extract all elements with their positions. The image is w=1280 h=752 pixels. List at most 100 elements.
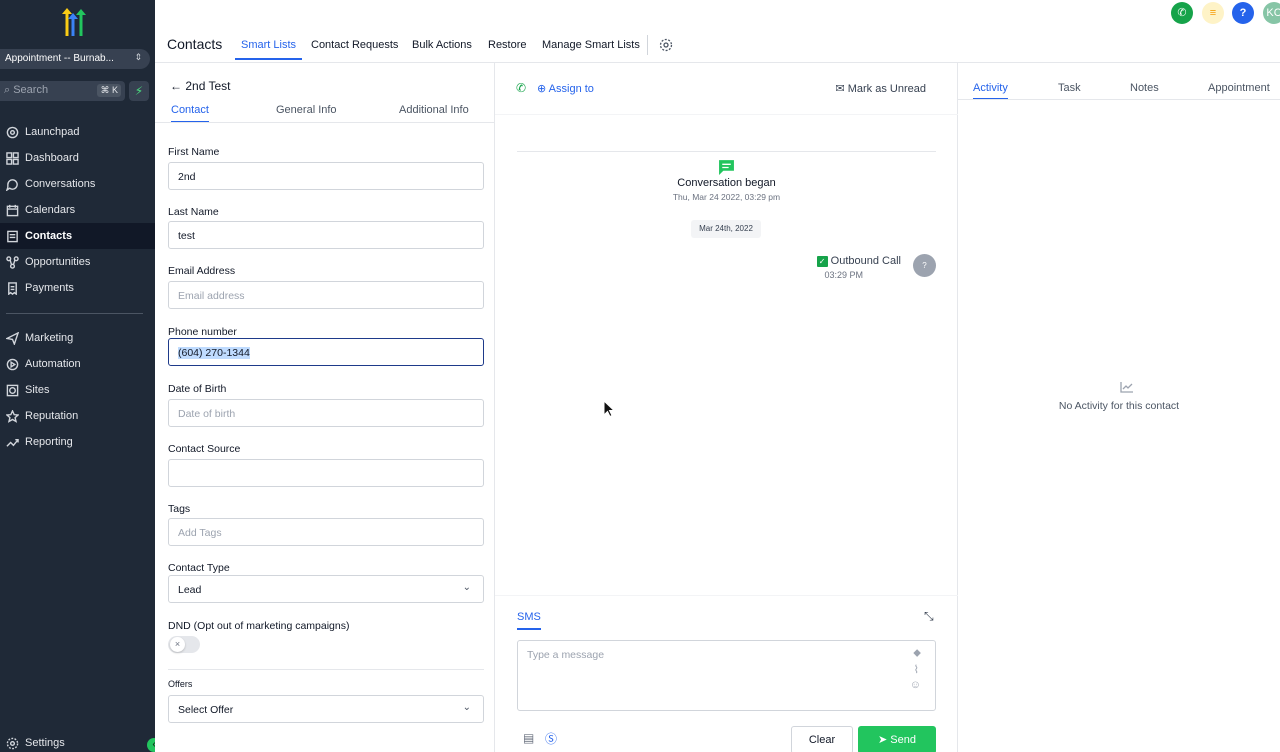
page-title: Contacts: [167, 36, 223, 52]
sidebar-item-label: Dashboard: [25, 152, 79, 164]
sidebar-item-calendars[interactable]: Calendars: [0, 197, 155, 223]
composer-divider: [495, 595, 958, 596]
paperclip-icon[interactable]: ⌇: [914, 663, 919, 676]
tab-appointment[interactable]: Appointment: [1208, 82, 1270, 94]
tab-contact[interactable]: Contact: [171, 104, 209, 123]
email-field[interactable]: Email address: [168, 281, 484, 309]
email-label: Email Address: [168, 265, 236, 277]
call-time: 03:29 PM: [824, 270, 863, 280]
chat-icon: [6, 178, 18, 191]
sidebar-item-payments[interactable]: Payments: [0, 275, 155, 301]
sidebar-item-label: Opportunities: [25, 256, 91, 268]
contact-name: 2nd Test: [185, 79, 231, 93]
clear-button[interactable]: Clear: [791, 726, 853, 752]
tab-general-info[interactable]: General Info: [276, 104, 337, 116]
sidebar-item-automation[interactable]: Automation: [0, 351, 155, 377]
tab-smart-lists[interactable]: Smart Lists: [234, 39, 303, 60]
tab-additional-info[interactable]: Additional Info: [399, 104, 469, 116]
dob-field[interactable]: Date of birth: [168, 399, 484, 427]
emoji-icon[interactable]: ☺: [910, 679, 921, 691]
contact-source-label: Contact Source: [168, 443, 241, 455]
help-icon[interactable]: ?: [1232, 2, 1254, 24]
first-name-field[interactable]: 2nd: [168, 162, 484, 190]
funnel-icon: [6, 255, 19, 269]
contact-detail-panel: ← 2nd Test Contact General Info Addition…: [155, 63, 495, 752]
call-check-icon: ✓: [816, 256, 828, 267]
sidebar-item-sites[interactable]: Sites: [0, 377, 155, 403]
notifications-list-icon[interactable]: ≡: [1202, 2, 1224, 24]
updown-chevron-icon: ⇕: [134, 52, 142, 62]
contact-source-field[interactable]: [168, 459, 484, 487]
quick-action-bolt-icon[interactable]: ⚡: [129, 81, 149, 101]
location-switcher[interactable]: Appointment -- Burnab... ⇕: [0, 49, 150, 69]
phone-field[interactable]: (604) 270-1344: [168, 338, 484, 366]
dnd-toggle[interactable]: [168, 636, 200, 653]
sidebar-item-marketing[interactable]: Marketing: [0, 325, 155, 351]
sidebar-item-reporting[interactable]: Reporting: [0, 429, 155, 455]
tab-notes[interactable]: Notes: [1130, 82, 1159, 94]
offers-select[interactable]: Select Offer ⌄: [168, 695, 484, 723]
sidebar-item-conversations[interactable]: Conversations: [0, 171, 155, 197]
tab-underline: [155, 122, 495, 123]
gear-icon[interactable]: [659, 38, 673, 52]
location-name: Appointment -- Burnab...: [5, 53, 114, 64]
tags-field[interactable]: Add Tags: [168, 518, 484, 546]
activity-panel: Activity Task Notes Appointment No Activ…: [958, 63, 1280, 752]
sidebar-item-label: Reporting: [25, 436, 73, 448]
sidebar-item-label: Payments: [25, 282, 74, 294]
conversation-began-label: Conversation began: [677, 177, 776, 189]
sidebar-item-dashboard[interactable]: Dashboard: [0, 145, 155, 171]
calendar-icon: [6, 204, 19, 216]
trend-icon: [6, 438, 19, 447]
send-icon: ➤: [878, 734, 891, 746]
tab-sms[interactable]: SMS: [517, 611, 541, 630]
shortcut-badge: ⌘ K: [97, 84, 121, 97]
tag-icon[interactable]: ⬥: [913, 647, 921, 660]
compress-icon[interactable]: ⤡: [924, 609, 934, 624]
sidebar-item-reputation[interactable]: Reputation: [0, 403, 155, 429]
tab-restore[interactable]: Restore: [488, 39, 527, 51]
phone-icon[interactable]: ✆: [516, 81, 526, 95]
tab-contact-requests[interactable]: Contact Requests: [311, 39, 398, 51]
back-button[interactable]: ← 2nd Test: [170, 79, 231, 93]
mark-unread-button[interactable]: ✉ Mark as Unread: [835, 82, 926, 95]
sidebar-search[interactable]: ⌕ Search ⌘ K: [0, 81, 125, 101]
tab-manage-smart-lists[interactable]: Manage Smart Lists: [542, 39, 640, 51]
contact-type-select[interactable]: Lead ⌄: [168, 575, 484, 603]
send-button[interactable]: ➤ Send: [858, 726, 936, 752]
tab-task[interactable]: Task: [1058, 82, 1081, 94]
tab-separator: [647, 35, 648, 55]
sidebar-item-label: Settings: [25, 737, 65, 749]
search-icon: ⌕: [4, 84, 14, 96]
assign-to-button[interactable]: ⊕ Assign to: [537, 82, 594, 95]
trend-chart-icon: [1120, 382, 1133, 393]
sidebar-item-label: Automation: [25, 358, 81, 370]
receipt-icon: [8, 281, 17, 295]
sidebar-item-contacts[interactable]: Contacts: [0, 223, 155, 249]
sidebar-item-opportunities[interactable]: Opportunities: [0, 249, 155, 275]
offers-value: Select Offer: [178, 704, 234, 716]
send-label: Send: [890, 734, 916, 746]
search-placeholder: Search: [13, 84, 49, 96]
payment-dollar-icon[interactable]: Ⓢ: [545, 730, 557, 747]
message-input[interactable]: Type a message ⬥ ⌇ ☺: [517, 640, 936, 711]
sidebar-item-label: Reputation: [25, 410, 79, 422]
last-name-field[interactable]: test: [168, 221, 484, 249]
sidebar-item-launchpad[interactable]: Launchpad: [0, 119, 155, 145]
template-document-icon[interactable]: ▤: [523, 731, 534, 745]
sidebar-item-label: Launchpad: [25, 126, 80, 138]
sidebar-divider: [6, 313, 143, 314]
send-icon: [6, 331, 19, 345]
message-bubble-icon: [719, 160, 734, 175]
chevron-down-icon: ⌄: [462, 582, 471, 593]
top-bar: Contacts Smart Lists Contact Requests Bu…: [155, 0, 1280, 63]
tab-underline: [958, 99, 1280, 100]
outbound-call-message[interactable]: ✓ Outbound Call: [816, 255, 901, 267]
sidebar-item-settings[interactable]: Settings: [0, 730, 155, 752]
tab-activity[interactable]: Activity: [973, 82, 1008, 100]
app-logo[interactable]: [58, 8, 92, 38]
phone-icon[interactable]: ✆: [1171, 2, 1193, 24]
avatar[interactable]: KC: [1263, 2, 1280, 24]
tab-bulk-actions[interactable]: Bulk Actions: [412, 39, 472, 51]
conversation-panel: ✆ ⊕ Assign to ✉ Mark as Unread Conversat…: [495, 63, 958, 752]
